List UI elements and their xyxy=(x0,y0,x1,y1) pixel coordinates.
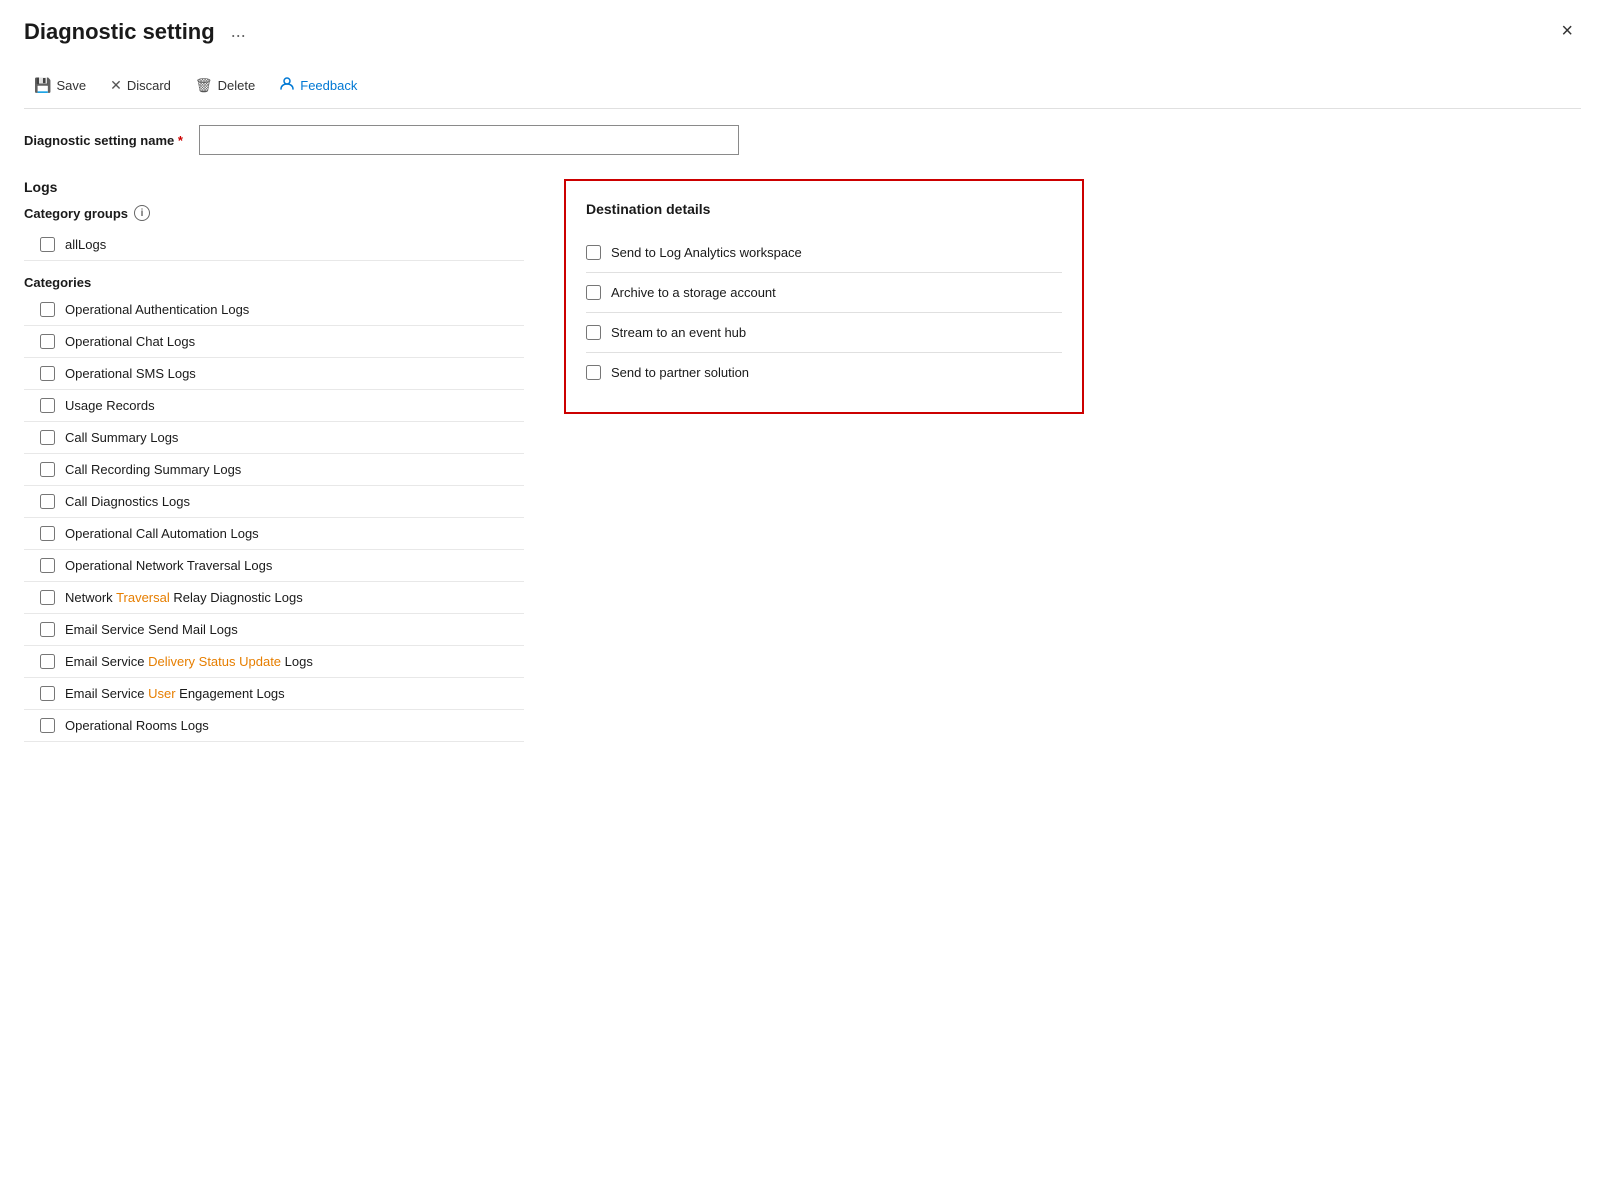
call-summary-checkbox[interactable] xyxy=(40,430,55,445)
op-call-auto-label[interactable]: Operational Call Automation Logs xyxy=(65,526,259,541)
partner-label[interactable]: Send to partner solution xyxy=(611,365,749,380)
net-trav-relay-label[interactable]: Network Traversal Relay Diagnostic Logs xyxy=(65,590,303,605)
logs-title: Logs xyxy=(24,179,524,195)
destination-section: Destination details Send to Log Analytic… xyxy=(564,179,1084,414)
delete-button[interactable]: 🗑 Delete xyxy=(185,72,265,99)
call-diag-label[interactable]: Call Diagnostics Logs xyxy=(65,494,190,509)
allLogs-checkbox[interactable] xyxy=(40,237,55,252)
logs-section: Logs Category groups i allLogs Categorie… xyxy=(24,179,524,742)
op-call-auto-checkbox[interactable] xyxy=(40,526,55,541)
usage-checkbox[interactable] xyxy=(40,398,55,413)
category-op-sms: Operational SMS Logs xyxy=(24,358,524,390)
destination-event-hub: Stream to an event hub xyxy=(586,313,1062,353)
email-user-checkbox[interactable] xyxy=(40,686,55,701)
close-button[interactable]: × xyxy=(1553,16,1581,47)
category-email-user: Email Service User Engagement Logs xyxy=(24,678,524,710)
category-group-allLogs: allLogs xyxy=(24,229,524,261)
discard-button[interactable]: ✕ Discard xyxy=(100,72,181,99)
category-usage: Usage Records xyxy=(24,390,524,422)
destination-partner: Send to partner solution xyxy=(586,353,1062,392)
usage-label[interactable]: Usage Records xyxy=(65,398,155,413)
category-op-call-auto: Operational Call Automation Logs xyxy=(24,518,524,550)
email-send-label[interactable]: Email Service Send Mail Logs xyxy=(65,622,238,637)
category-call-diag: Call Diagnostics Logs xyxy=(24,486,524,518)
category-op-rooms: Operational Rooms Logs xyxy=(24,710,524,742)
save-icon: 💾 xyxy=(34,77,51,94)
category-call-summary: Call Summary Logs xyxy=(24,422,524,454)
feedback-button[interactable]: Feedback xyxy=(269,71,367,100)
category-groups-list: allLogs xyxy=(24,229,524,261)
setting-name-label: Diagnostic setting name * xyxy=(24,133,183,148)
event-hub-checkbox[interactable] xyxy=(586,325,601,340)
op-chat-checkbox[interactable] xyxy=(40,334,55,349)
op-sms-checkbox[interactable] xyxy=(40,366,55,381)
event-hub-label[interactable]: Stream to an event hub xyxy=(611,325,746,340)
categories-title: Categories xyxy=(24,275,524,290)
categories-list: Operational Authentication Logs Operatio… xyxy=(24,294,524,742)
email-user-label[interactable]: Email Service User Engagement Logs xyxy=(65,686,285,701)
log-analytics-checkbox[interactable] xyxy=(586,245,601,260)
highlight-delivery: Delivery Status Update xyxy=(148,654,281,669)
call-summary-label[interactable]: Call Summary Logs xyxy=(65,430,178,445)
email-send-checkbox[interactable] xyxy=(40,622,55,637)
page-title: Diagnostic setting xyxy=(24,19,215,45)
discard-icon: ✕ xyxy=(110,77,122,94)
setting-name-input[interactable] xyxy=(199,125,739,155)
op-auth-checkbox[interactable] xyxy=(40,302,55,317)
storage-label[interactable]: Archive to a storage account xyxy=(611,285,776,300)
info-icon[interactable]: i xyxy=(134,205,150,221)
op-sms-label[interactable]: Operational SMS Logs xyxy=(65,366,196,381)
email-delivery-label[interactable]: Email Service Delivery Status Update Log… xyxy=(65,654,313,669)
log-analytics-label[interactable]: Send to Log Analytics workspace xyxy=(611,245,802,260)
content-area: Logs Category groups i allLogs Categorie… xyxy=(24,179,1581,742)
email-delivery-checkbox[interactable] xyxy=(40,654,55,669)
storage-checkbox[interactable] xyxy=(586,285,601,300)
category-op-auth: Operational Authentication Logs xyxy=(24,294,524,326)
op-auth-label[interactable]: Operational Authentication Logs xyxy=(65,302,249,317)
op-net-trav-checkbox[interactable] xyxy=(40,558,55,573)
category-email-send: Email Service Send Mail Logs xyxy=(24,614,524,646)
partner-checkbox[interactable] xyxy=(586,365,601,380)
category-op-chat: Operational Chat Logs xyxy=(24,326,524,358)
call-recording-label[interactable]: Call Recording Summary Logs xyxy=(65,462,241,477)
category-call-recording: Call Recording Summary Logs xyxy=(24,454,524,486)
category-groups-label: Category groups i xyxy=(24,205,524,221)
delete-icon: 🗑 xyxy=(195,77,213,94)
call-diag-checkbox[interactable] xyxy=(40,494,55,509)
highlight-traversal: Traversal xyxy=(116,590,170,605)
allLogs-label[interactable]: allLogs xyxy=(65,237,106,252)
call-recording-checkbox[interactable] xyxy=(40,462,55,477)
net-trav-relay-checkbox[interactable] xyxy=(40,590,55,605)
op-rooms-checkbox[interactable] xyxy=(40,718,55,733)
op-net-trav-label[interactable]: Operational Network Traversal Logs xyxy=(65,558,272,573)
op-chat-label[interactable]: Operational Chat Logs xyxy=(65,334,195,349)
category-op-net-trav: Operational Network Traversal Logs xyxy=(24,550,524,582)
highlight-user: User xyxy=(148,686,175,701)
op-rooms-label[interactable]: Operational Rooms Logs xyxy=(65,718,209,733)
save-button[interactable]: 💾 Save xyxy=(24,72,96,99)
destination-title: Destination details xyxy=(586,201,1062,217)
destination-storage: Archive to a storage account xyxy=(586,273,1062,313)
ellipsis-button[interactable]: ... xyxy=(225,19,252,44)
setting-name-row: Diagnostic setting name * xyxy=(24,125,1581,155)
feedback-icon xyxy=(279,76,295,95)
category-net-trav-relay: Network Traversal Relay Diagnostic Logs xyxy=(24,582,524,614)
toolbar: 💾 Save ✕ Discard 🗑 Delete Feedback xyxy=(24,63,1581,109)
category-email-delivery: Email Service Delivery Status Update Log… xyxy=(24,646,524,678)
destination-log-analytics: Send to Log Analytics workspace xyxy=(586,233,1062,273)
